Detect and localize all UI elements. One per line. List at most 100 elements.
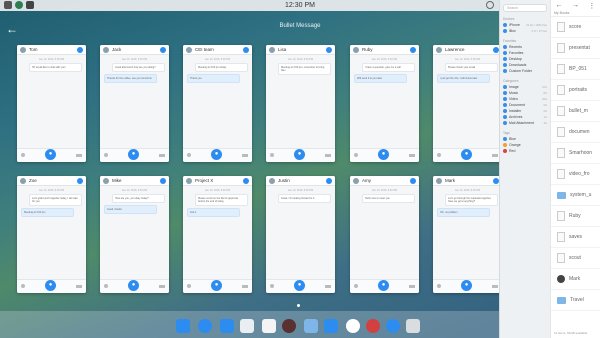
chat-card[interactable]: Project X Jan 10, 2016, 5:30 PM Please sen…: [183, 176, 252, 293]
keyboard-icon[interactable]: [159, 285, 165, 288]
keyboard-icon[interactable]: [492, 154, 498, 157]
chat-card-footer: ●: [350, 279, 419, 293]
chat-card[interactable]: Mark Jan 10, 2016, 5:30 PM Let's go throug…: [433, 176, 502, 293]
file-row[interactable]: score: [551, 17, 600, 38]
photos-icon[interactable]: [304, 319, 318, 333]
keyboard-icon[interactable]: [159, 154, 165, 157]
file-row[interactable]: saves: [551, 227, 600, 248]
files-icon[interactable]: [176, 319, 190, 333]
app-icon[interactable]: [4, 1, 12, 9]
microphone-icon[interactable]: ●: [378, 149, 389, 160]
chat-card[interactable]: Zoe Jan 10, 2016, 5:30 PM Let's grab lunch…: [17, 176, 86, 293]
emoji-icon[interactable]: [187, 153, 191, 157]
camera-icon[interactable]: [198, 319, 212, 333]
sidebar-category[interactable]: Mail Attachment 3G: [503, 120, 547, 126]
file-row[interactable]: Smarhoon: [551, 143, 600, 164]
file-name: bullet_m: [569, 108, 588, 114]
emoji-icon[interactable]: [354, 153, 358, 157]
notification-icon[interactable]: [15, 1, 23, 9]
microphone-icon[interactable]: ●: [128, 149, 139, 160]
timestamp: Jan 10, 2016, 5:30 PM: [287, 58, 314, 61]
page-indicator[interactable]: [297, 304, 300, 307]
file-row[interactable]: video_fro: [551, 164, 600, 185]
sidebar-device[interactable]: iBox 2.1T / 4T free: [503, 28, 547, 34]
microphone-icon[interactable]: ●: [461, 280, 472, 291]
keyboard-icon[interactable]: [76, 285, 82, 288]
keyboard-icon[interactable]: [242, 285, 248, 288]
file-row[interactable]: portraits: [551, 80, 600, 101]
folder-icon: [503, 57, 507, 61]
keyboard-icon[interactable]: [492, 285, 498, 288]
chat-card-footer: ●: [17, 279, 86, 293]
emoji-icon[interactable]: [21, 284, 25, 288]
pen-icon[interactable]: [262, 319, 276, 333]
chat-card[interactable]: Amy Jan 10, 2016, 5:30 PM Hello nice to me…: [350, 176, 419, 293]
item-count: 1G: [543, 115, 547, 119]
file-name: video_fro: [569, 171, 590, 177]
file-name: portraits: [569, 87, 588, 93]
microphone-icon[interactable]: ●: [294, 280, 305, 291]
chat-card[interactable]: Ruby Jan 10, 2016, 5:30 PM I have a questi…: [350, 45, 419, 162]
trash-icon[interactable]: [406, 319, 420, 333]
window-icon[interactable]: [26, 1, 34, 9]
emoji-icon[interactable]: [187, 284, 191, 288]
browser-icon[interactable]: [346, 319, 360, 333]
keyboard-icon[interactable]: [325, 154, 331, 157]
emoji-icon[interactable]: [21, 153, 25, 157]
message-bubble: Let's grab lunch together today, I will …: [29, 194, 82, 206]
sidebar-favorite[interactable]: Custom Folder: [503, 68, 547, 74]
app-icon[interactable]: [324, 319, 338, 333]
search-input[interactable]: Search: [503, 4, 547, 12]
emoji-icon[interactable]: [354, 284, 358, 288]
settings-icon[interactable]: [220, 319, 234, 333]
microphone-icon[interactable]: ●: [211, 149, 222, 160]
notes-icon[interactable]: [240, 319, 254, 333]
microphone-icon[interactable]: ●: [45, 280, 56, 291]
chat-card[interactable]: Mike Jan 10, 2016, 5:30 PM How are you, yo…: [100, 176, 169, 293]
chat-card[interactable]: Lisa Jan 10, 2016, 5:30 PM Meeting at 3:00…: [266, 45, 335, 162]
microphone-icon[interactable]: ●: [211, 280, 222, 291]
emoji-icon[interactable]: [437, 284, 441, 288]
file-row[interactable]: documen: [551, 122, 600, 143]
file-row[interactable]: presentat: [551, 38, 600, 59]
microphone-icon[interactable]: ●: [128, 280, 139, 291]
sidebar-tag[interactable]: Red: [503, 148, 547, 154]
chat-card-header: Tom: [17, 45, 86, 55]
emoji-icon[interactable]: [270, 153, 274, 157]
nav-icon[interactable]: ←: [556, 2, 563, 9]
menu-icon[interactable]: [386, 319, 400, 333]
chat-card[interactable]: Tom Jan 10, 2016, 5:30 PM Hi! would like t…: [17, 45, 86, 162]
avatar: [436, 46, 442, 53]
keyboard-icon[interactable]: [409, 285, 415, 288]
chat-card[interactable]: CEI team Jan 10, 2016, 5:30 PM Meeting at …: [183, 45, 252, 162]
chat-card-header: Lawrence: [433, 45, 502, 55]
keyboard-icon[interactable]: [76, 154, 82, 157]
file-row[interactable]: BP_051: [551, 59, 600, 80]
emoji-icon[interactable]: [437, 153, 441, 157]
file-row[interactable]: Travel: [551, 290, 600, 311]
record-icon[interactable]: [366, 319, 380, 333]
status-icon[interactable]: [486, 1, 494, 9]
contact-icon[interactable]: [282, 319, 296, 333]
file-row[interactable]: scout: [551, 248, 600, 269]
microphone-icon[interactable]: ●: [378, 280, 389, 291]
emoji-icon[interactable]: [104, 153, 108, 157]
keyboard-icon[interactable]: [409, 154, 415, 157]
chat-card[interactable]: Justin Jan 10, 2016, 5:30 PM Great, I'm lo…: [266, 176, 335, 293]
contact-name: Jack: [112, 47, 122, 52]
emoji-icon[interactable]: [104, 284, 108, 288]
microphone-icon[interactable]: ●: [294, 149, 305, 160]
nav-icon[interactable]: ⋮: [588, 2, 595, 10]
microphone-icon[interactable]: ●: [45, 149, 56, 160]
emoji-icon[interactable]: [270, 284, 274, 288]
chat-card[interactable]: Lawrence Jan 10, 2016, 5:30 PM Please chec…: [433, 45, 502, 162]
file-row[interactable]: system_u: [551, 185, 600, 206]
file-row[interactable]: Mark: [551, 269, 600, 290]
chat-card[interactable]: Jack Jan 10, 2016, 5:30 PM Good afternoon!…: [100, 45, 169, 162]
keyboard-icon[interactable]: [325, 285, 331, 288]
file-row[interactable]: bullet_m: [551, 101, 600, 122]
file-row[interactable]: Ruby: [551, 206, 600, 227]
microphone-icon[interactable]: ●: [461, 149, 472, 160]
keyboard-icon[interactable]: [242, 154, 248, 157]
nav-icon[interactable]: →: [572, 2, 579, 9]
